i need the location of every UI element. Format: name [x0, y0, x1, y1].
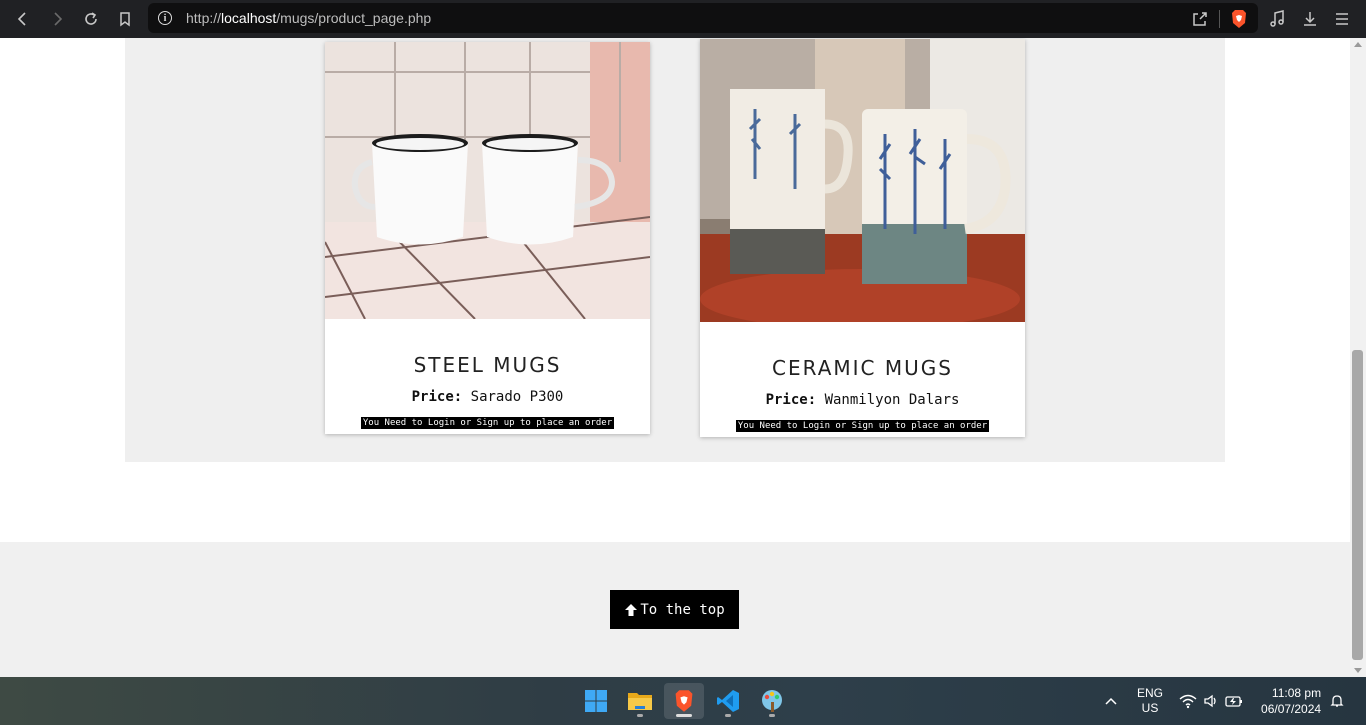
product-title: STEEL MUGS	[413, 353, 562, 377]
scroll-thumb[interactable]	[1352, 350, 1363, 660]
vscode-button[interactable]	[708, 683, 748, 719]
footer: To the top	[0, 542, 1350, 677]
login-required-note[interactable]: You Need to Login or Sign up to place an…	[360, 417, 615, 429]
arrow-up-icon	[625, 603, 638, 616]
url-text: http://localhost/mugs/product_page.php	[186, 10, 431, 26]
divider	[1219, 10, 1220, 28]
wifi-icon[interactable]	[1179, 693, 1197, 709]
paint-button[interactable]	[752, 683, 792, 719]
scroll-down-arrow-icon[interactable]	[1354, 668, 1362, 673]
steel-mugs-photo	[325, 42, 650, 319]
media-icon[interactable]	[1268, 9, 1288, 29]
paint-icon	[762, 690, 782, 712]
page-content: STEEL MUGS Price: Sarado P300 You Need t…	[0, 38, 1350, 677]
back-button[interactable]	[6, 2, 40, 36]
share-icon[interactable]	[1191, 10, 1209, 28]
brave-taskbar-button[interactable]	[664, 683, 704, 719]
running-indicator	[637, 714, 643, 717]
price-value: Sarado P300	[470, 389, 564, 405]
chevron-right-icon	[54, 12, 63, 26]
reload-icon	[85, 12, 97, 25]
product-card-steel: STEEL MUGS Price: Sarado P300 You Need t…	[325, 42, 650, 434]
show-hidden-icons-icon[interactable]	[1103, 693, 1119, 709]
battery-icon[interactable]	[1225, 693, 1243, 709]
scroll-up-arrow-icon[interactable]	[1354, 42, 1362, 47]
url-scheme: http://	[186, 10, 222, 26]
start-button[interactable]	[576, 683, 616, 719]
reload-button[interactable]	[74, 2, 108, 36]
product-card-ceramic: CERAMIC MUGS Price: Wanmilyon Dalars You…	[700, 39, 1025, 437]
volume-icon[interactable]	[1203, 693, 1219, 709]
running-indicator	[725, 714, 731, 717]
products-section	[125, 38, 1225, 462]
download-icon[interactable]	[1300, 9, 1320, 29]
file-explorer-button[interactable]	[620, 683, 660, 719]
clock[interactable]: 11:08 pm 06/07/2024	[1261, 685, 1321, 717]
active-indicator	[676, 714, 692, 717]
url-path: /mugs/product_page.php	[276, 10, 432, 26]
menu-icon[interactable]	[1332, 9, 1352, 29]
chevron-left-icon	[17, 12, 26, 26]
site-info-icon[interactable]: i	[158, 11, 172, 25]
windows-start-icon	[585, 690, 607, 712]
notification-bell-icon[interactable]	[1329, 693, 1345, 709]
ceramic-mugs-photo	[700, 39, 1025, 322]
file-explorer-icon	[628, 693, 652, 710]
clock-date: 06/07/2024	[1261, 702, 1322, 716]
url-host: localhost	[221, 10, 277, 26]
bookmark-icon	[120, 12, 130, 27]
to-the-top-button[interactable]: To the top	[610, 590, 739, 629]
price-label: Price:	[765, 392, 817, 408]
product-title: CERAMIC MUGS	[772, 356, 953, 380]
to-the-top-label: To the top	[640, 601, 725, 618]
bookmark-button[interactable]	[108, 2, 142, 36]
keyboard-region: US	[1141, 701, 1159, 715]
browser-tools	[1268, 0, 1352, 38]
brave-shields-icon[interactable]	[1230, 9, 1248, 29]
language-indicator[interactable]: ENG US	[1137, 686, 1163, 716]
language-code: ENG	[1137, 686, 1164, 700]
price-value: Wanmilyon Dalars	[824, 392, 960, 408]
login-required-note[interactable]: You Need to Login or Sign up to place an…	[735, 420, 990, 432]
system-tray: ENG US 11:08 pm 06/07/2024	[1103, 677, 1345, 725]
address-bar[interactable]: i http://localhost/mugs/product_page.php	[148, 3, 1258, 33]
running-indicator	[769, 714, 775, 717]
product-price: Price: Wanmilyon Dalars	[700, 392, 1025, 408]
clock-time: 11:08 pm	[1271, 686, 1322, 700]
vscode-icon	[717, 690, 739, 712]
brave-browser-icon	[675, 690, 693, 712]
windows-taskbar: ENG US 11:08 pm 06/07/2024	[0, 677, 1366, 725]
product-price: Price: Sarado P300	[325, 389, 650, 405]
page-scrollbar[interactable]	[1350, 38, 1366, 677]
price-label: Price:	[411, 389, 463, 405]
address-bar-actions	[1191, 9, 1248, 29]
browser-toolbar: i http://localhost/mugs/product_page.php	[0, 0, 1366, 38]
forward-button[interactable]	[40, 2, 74, 36]
